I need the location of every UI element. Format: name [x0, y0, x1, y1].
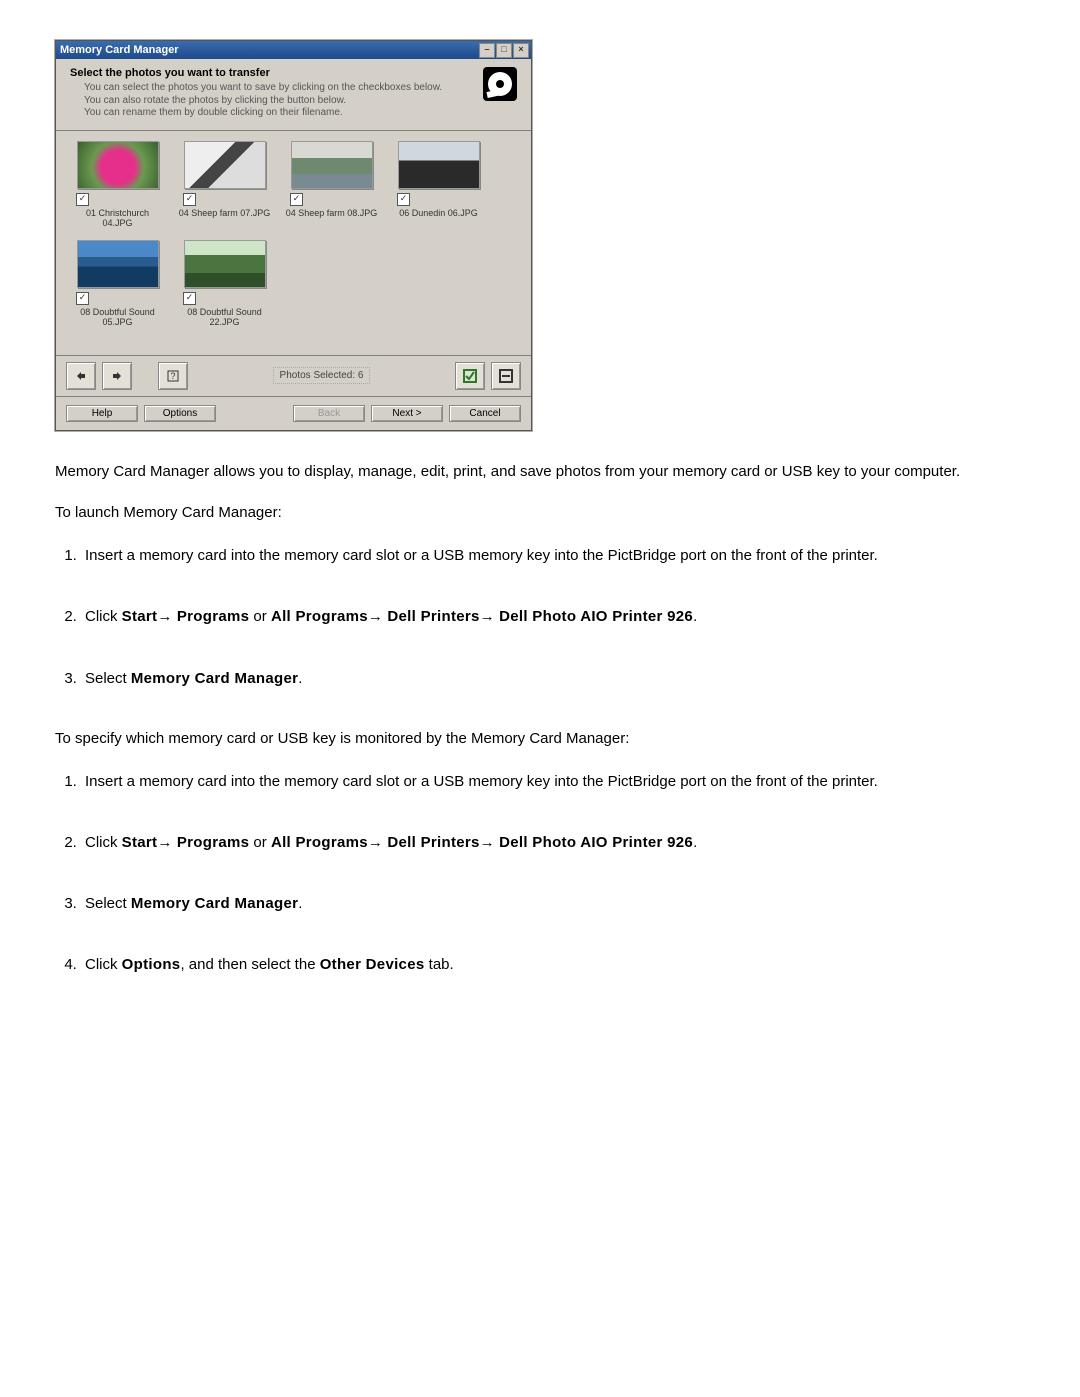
bottom-button-bar: Help Options Back Next > Cancel	[56, 396, 531, 430]
thumbnail-item[interactable]: ✓ 01 Christchurch 04.JPG	[70, 141, 165, 228]
help-button[interactable]: Help	[66, 405, 138, 422]
step-4: Click Options, and then select the Other…	[81, 953, 1025, 976]
thumbnail-filename[interactable]: 04 Sheep farm 08.JPG	[284, 208, 379, 218]
thumbnail-filename[interactable]: 01 Christchurch 04.JPG	[70, 208, 165, 228]
options-button[interactable]: Options	[144, 405, 216, 422]
instruction-title: Select the photos you want to transfer	[70, 67, 517, 79]
thumbnail-filename[interactable]: 08 Doubtful Sound 05.JPG	[70, 307, 165, 327]
document-body: Memory Card Manager allows you to displa…	[55, 461, 1025, 977]
step-1: Insert a memory card into the memory car…	[81, 544, 1025, 567]
instruction-line: You can also rotate the photos by clicki…	[70, 95, 517, 108]
window-controls: – □ ×	[479, 43, 529, 58]
thumbnail-image[interactable]	[184, 240, 266, 288]
thumbnail-image[interactable]	[184, 141, 266, 189]
thumbnail-image[interactable]	[398, 141, 480, 189]
specify-steps: Insert a memory card into the memory car…	[81, 770, 1025, 977]
intro-paragraph: Memory Card Manager allows you to displa…	[55, 461, 1025, 483]
thumbnail-checkbox[interactable]: ✓	[76, 193, 89, 206]
preview-button[interactable]: ?	[158, 362, 188, 390]
instruction-line: You can select the photos you want to sa…	[70, 82, 517, 95]
thumbnail-filename[interactable]: 04 Sheep farm 07.JPG	[177, 208, 272, 218]
launch-lead: To launch Memory Card Manager:	[55, 502, 1025, 524]
svg-text:?: ?	[170, 371, 175, 381]
cancel-button[interactable]: Cancel	[449, 405, 521, 422]
step-2b: Click Start→ Programs or All Programs→ D…	[81, 831, 1025, 854]
rotate-left-button[interactable]	[66, 362, 96, 390]
thumbnail-image[interactable]	[77, 240, 159, 288]
window-title: Memory Card Manager	[60, 44, 179, 56]
close-button[interactable]: ×	[513, 43, 529, 58]
launch-steps: Insert a memory card into the memory car…	[81, 544, 1025, 690]
minimize-button[interactable]: –	[479, 43, 495, 58]
thumbnail-image[interactable]	[291, 141, 373, 189]
step-1b: Insert a memory card into the memory car…	[81, 770, 1025, 793]
rotate-right-button[interactable]	[102, 362, 132, 390]
thumbnail-checkbox[interactable]: ✓	[183, 193, 196, 206]
deselect-all-button[interactable]	[491, 362, 521, 390]
specify-lead: To specify which memory card or USB key …	[55, 728, 1025, 750]
maximize-button[interactable]: □	[496, 43, 512, 58]
photos-selected-label: Photos Selected: 6	[273, 367, 371, 384]
toolbar: ? Photos Selected: 6	[56, 356, 531, 396]
thumbnail-image[interactable]	[77, 141, 159, 189]
back-button[interactable]: Back	[293, 405, 365, 422]
thumbnail-item[interactable]: ✓ 04 Sheep farm 08.JPG	[284, 141, 379, 228]
thumbnail-checkbox[interactable]: ✓	[290, 193, 303, 206]
thumbnail-filename[interactable]: 06 Dunedin 06.JPG	[391, 208, 486, 218]
thumbnail-grid: ✓ 01 Christchurch 04.JPG ✓ 04 Sheep farm 07…	[56, 130, 531, 356]
thumbnail-item[interactable]: ✓ 08 Doubtful Sound 22.JPG	[177, 240, 272, 327]
app-logo-icon	[483, 67, 517, 101]
thumbnail-checkbox[interactable]: ✓	[397, 193, 410, 206]
thumbnail-checkbox[interactable]: ✓	[183, 292, 196, 305]
thumbnail-checkbox[interactable]: ✓	[76, 292, 89, 305]
step-2: Click Start→ Programs or All Programs→ D…	[81, 605, 1025, 628]
memory-card-manager-window: Memory Card Manager – □ × Select the pho…	[55, 40, 532, 431]
thumbnail-item[interactable]: ✓ 06 Dunedin 06.JPG	[391, 141, 486, 228]
titlebar: Memory Card Manager – □ ×	[56, 41, 531, 59]
thumbnail-item[interactable]: ✓ 04 Sheep farm 07.JPG	[177, 141, 272, 228]
thumbnail-filename[interactable]: 08 Doubtful Sound 22.JPG	[177, 307, 272, 327]
instruction-panel: Select the photos you want to transfer Y…	[56, 59, 531, 130]
next-button[interactable]: Next >	[371, 405, 443, 422]
instruction-line: You can rename them by double clicking o…	[70, 107, 517, 120]
select-all-button[interactable]	[455, 362, 485, 390]
thumbnail-item[interactable]: ✓ 08 Doubtful Sound 05.JPG	[70, 240, 165, 327]
step-3: Select Memory Card Manager.	[81, 667, 1025, 690]
step-3b: Select Memory Card Manager.	[81, 892, 1025, 915]
